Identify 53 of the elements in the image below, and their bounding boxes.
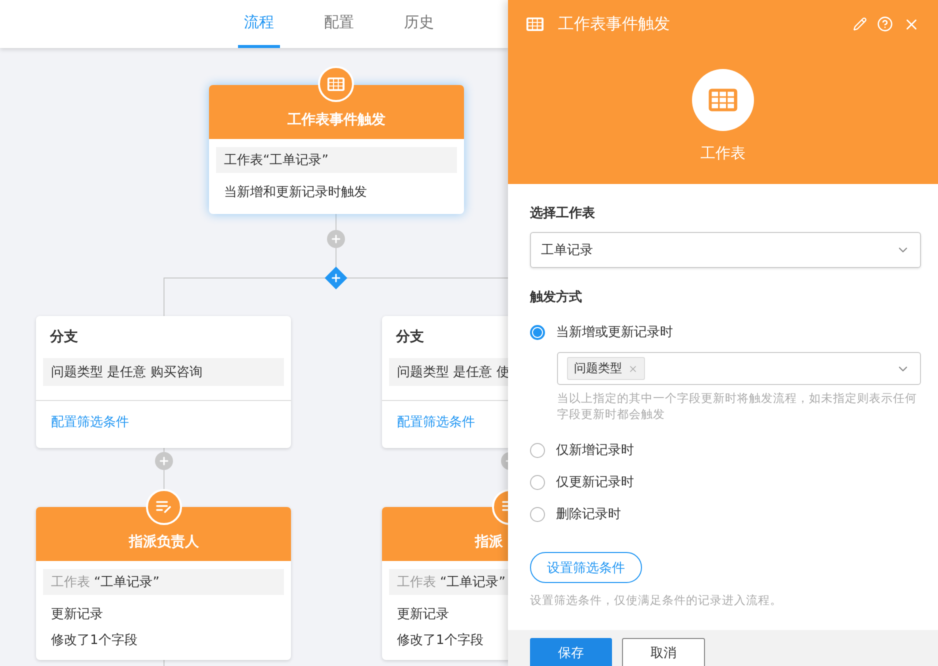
plus-icon: [158, 455, 170, 467]
radio-button[interactable]: [530, 506, 545, 522]
plus-icon: [330, 233, 342, 245]
sheet-name: “工单记录”: [440, 574, 506, 591]
help-text: 当以上指定的其中一个字段更新时将触发流程，如未指定则表示任何字段更新时都会触发: [557, 390, 918, 422]
sheet-name: “工单记录”: [94, 574, 160, 591]
panel-title: 工作表事件触发: [558, 14, 671, 34]
field-tag[interactable]: 问题类型: [567, 357, 645, 380]
sheet-label: 工作表: [51, 574, 90, 591]
action-card[interactable]: 指派负责人 工作表 “工单记录” 更新记录 修改了1个字段: [36, 507, 291, 660]
table-icon: [327, 76, 345, 92]
trigger-option[interactable]: 删除记录时: [530, 498, 921, 530]
trigger-card[interactable]: 工作表事件触发 工作表“工单记录” 当新增和更新记录时触发: [209, 85, 464, 214]
radio-button[interactable]: [530, 474, 545, 490]
sheet-label: 工作表: [397, 574, 436, 591]
edit-list-icon: [156, 500, 172, 514]
help-icon[interactable]: [877, 16, 893, 32]
tab[interactable]: 配置: [318, 0, 360, 48]
sheet-row: 工作表“工单记录”: [216, 147, 457, 173]
branch-title: 分支: [394, 328, 425, 347]
card-title: 指派负责人: [129, 533, 199, 551]
action-detail: 修改了1个字段: [396, 632, 484, 650]
help-text: 设置筛选条件，仅使满足条件的记录进入流程。: [530, 592, 783, 608]
section-label: 选择工作表: [530, 205, 596, 222]
radio-button[interactable]: [530, 324, 545, 340]
tab[interactable]: 历史: [398, 0, 440, 48]
edit-icon[interactable]: [853, 17, 867, 31]
trigger-option[interactable]: 仅新增记录时: [530, 434, 921, 466]
condition-row: 问题类型 是任意 购买咨询: [43, 358, 284, 386]
save-button[interactable]: 保存: [530, 638, 612, 666]
card-title: 工作表事件触发: [288, 111, 386, 129]
trigger-option[interactable]: 当新增或更新记录时: [530, 316, 921, 348]
branch-card[interactable]: 分支 问题类型 是任意 购买咨询 配置筛选条件: [36, 316, 291, 448]
field-select[interactable]: 问题类型: [557, 352, 921, 385]
trigger-description: 当新增和更新记录时触发: [223, 184, 368, 202]
table-icon: [526, 16, 544, 32]
sheet-select[interactable]: 工单记录: [530, 232, 921, 268]
sheet-type-label: 工作表: [700, 144, 746, 163]
table-icon: [708, 88, 738, 112]
remove-icon[interactable]: [628, 364, 638, 374]
card-title: 指派: [475, 533, 503, 551]
plus-icon: [330, 272, 342, 284]
action-detail: 修改了1个字段: [50, 632, 138, 650]
branch-title: 分支: [48, 328, 79, 347]
add-step-button[interactable]: [327, 230, 345, 248]
cancel-button[interactable]: 取消: [622, 638, 705, 666]
action-detail: 更新记录: [50, 606, 104, 624]
action-card[interactable]: 指派 工作表 “工单记录” 更新记录 修改了1个字段: [382, 507, 508, 660]
radio-button[interactable]: [530, 442, 545, 458]
action-detail: 更新记录: [396, 606, 450, 624]
trigger-option[interactable]: 仅更新记录时: [530, 466, 921, 498]
add-step-button[interactable]: [155, 452, 173, 470]
section-label: 触发方式: [530, 288, 583, 306]
